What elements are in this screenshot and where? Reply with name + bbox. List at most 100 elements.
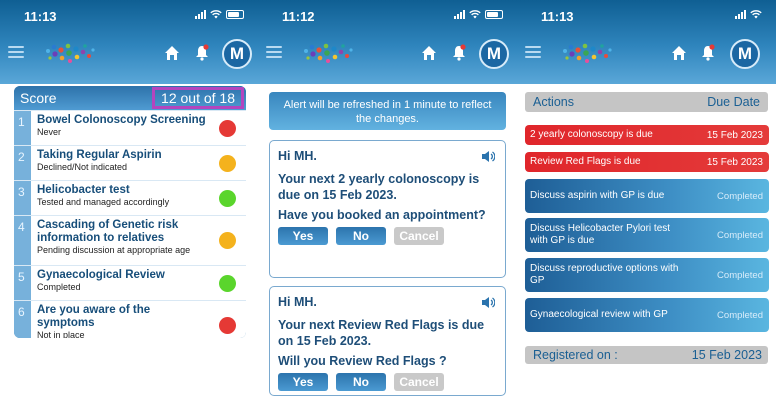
avatar[interactable]: M bbox=[479, 39, 509, 69]
score-row[interactable]: 4 Cascading of Genetic risk information … bbox=[14, 215, 246, 265]
score-label: Score bbox=[20, 90, 57, 106]
score-row-number: 1 bbox=[14, 111, 31, 145]
reminder-card: Hi MH. Your next Review Red Flags is due… bbox=[269, 286, 506, 396]
alerts-screen: 11:12 M Alert will be refreshed in 1 min… bbox=[258, 0, 517, 412]
score-row-title: Taking Regular Aspirin bbox=[37, 149, 162, 161]
score-row-number: 4 bbox=[14, 216, 31, 265]
reminder-actions: Yes No Cancel bbox=[278, 227, 497, 245]
home-icon[interactable] bbox=[671, 45, 687, 61]
action-label: Review Red Flags is due bbox=[530, 156, 641, 167]
actions-screen: 11:13 M Actions Due Date 2 yearly colono… bbox=[517, 0, 776, 412]
app-header: 11:13 M bbox=[0, 0, 258, 84]
app-header: 11:13 M bbox=[517, 0, 776, 84]
menu-icon[interactable] bbox=[266, 46, 282, 58]
action-due-date: 15 Feb 2023 bbox=[706, 129, 763, 141]
status-dot bbox=[219, 232, 236, 249]
reminder-question: Will you Review Red Flags ? bbox=[278, 354, 447, 368]
wifi-icon bbox=[210, 9, 222, 18]
home-icon[interactable] bbox=[164, 45, 180, 61]
action-label: Gynaecological review with GP bbox=[530, 309, 668, 320]
registered-label: Registered on : bbox=[533, 348, 618, 362]
score-row[interactable]: 1 Bowel Colonoscopy Screening Never bbox=[14, 110, 246, 145]
status-dot bbox=[219, 317, 236, 334]
score-screen: 11:13 M Score 12 out of 18 1 Bowel Colon… bbox=[0, 0, 258, 412]
score-row-status: Tested and managed accordingly bbox=[37, 197, 170, 207]
actions-header: Actions Due Date bbox=[525, 92, 768, 112]
reminder-actions: Yes No Cancel bbox=[278, 373, 497, 391]
yes-button[interactable]: Yes bbox=[278, 227, 328, 245]
score-row-title: Helicobacter test bbox=[37, 184, 130, 196]
action-label: Discuss Helicobacter Pylori test with GP… bbox=[530, 223, 671, 246]
action-status: Completed bbox=[717, 190, 763, 202]
no-button[interactable]: No bbox=[336, 373, 386, 391]
score-row[interactable]: 5 Gynaecological Review Completed bbox=[14, 265, 246, 300]
speaker-icon[interactable] bbox=[481, 150, 495, 163]
reminder-question: Have you booked an appointment? bbox=[278, 208, 486, 222]
action-status: Completed bbox=[717, 309, 763, 321]
action-status: Completed bbox=[717, 269, 763, 281]
action-item[interactable]: Discuss Helicobacter Pylori test with GP… bbox=[525, 218, 769, 252]
score-row-title: Cascading of Genetic risk information to… bbox=[37, 219, 179, 244]
status-icons bbox=[195, 9, 244, 19]
score-row-body: Helicobacter test Tested and managed acc… bbox=[31, 181, 246, 215]
score-row-title: Bowel Colonoscopy Screening bbox=[37, 114, 206, 126]
avatar[interactable]: M bbox=[730, 39, 760, 69]
wifi-icon bbox=[469, 9, 481, 18]
reminder-greeting: Hi MH. bbox=[278, 295, 317, 309]
score-row[interactable]: 2 Taking Regular Aspirin Declined/Not in… bbox=[14, 145, 246, 180]
status-dot bbox=[219, 275, 236, 292]
action-item[interactable]: Discuss reproductive options with GP Com… bbox=[525, 258, 769, 292]
bell-icon[interactable] bbox=[701, 44, 715, 61]
logo-icon bbox=[46, 43, 95, 63]
score-header: Score 12 out of 18 bbox=[14, 86, 246, 110]
bell-icon[interactable] bbox=[195, 44, 209, 61]
avatar[interactable]: M bbox=[222, 39, 252, 69]
speaker-icon[interactable] bbox=[481, 296, 495, 309]
status-time: 11:13 bbox=[541, 9, 574, 24]
score-row[interactable]: 6 Are you aware of the symptoms Not in p… bbox=[14, 300, 246, 338]
menu-icon[interactable] bbox=[525, 46, 541, 58]
status-dot bbox=[219, 190, 236, 207]
cancel-button[interactable]: Cancel bbox=[394, 227, 444, 245]
status-dot bbox=[219, 120, 236, 137]
screens-container: 11:13 M Score 12 out of 18 1 Bowel Colon… bbox=[0, 0, 776, 412]
score-row-body: Gynaecological Review Completed bbox=[31, 266, 246, 300]
action-status: Completed bbox=[717, 229, 763, 241]
score-row-body: Are you aware of the symptoms Not in pla… bbox=[31, 301, 246, 338]
action-due-date: 15 Feb 2023 bbox=[706, 156, 763, 168]
action-item[interactable]: Gynaecological review with GP Completed bbox=[525, 298, 769, 332]
score-row-status: Never bbox=[37, 127, 62, 137]
score-row-number: 3 bbox=[14, 181, 31, 215]
action-label: Discuss aspirin with GP is due bbox=[530, 190, 665, 201]
score-row-status: Declined/Not indicated bbox=[37, 162, 128, 172]
signal-icon bbox=[454, 9, 465, 19]
score-row-number: 2 bbox=[14, 146, 31, 180]
reminder-text: Your next Review Red Flags is due on 15 … bbox=[278, 318, 485, 348]
battery-icon bbox=[226, 9, 244, 19]
status-icons bbox=[454, 9, 503, 19]
action-item[interactable]: Discuss aspirin with GP is due Completed bbox=[525, 179, 769, 213]
reminder-card: Hi MH. Your next 2 yearly colonoscopy is… bbox=[269, 140, 506, 278]
no-button[interactable]: No bbox=[336, 227, 386, 245]
actions-title: Actions bbox=[533, 95, 574, 109]
action-item[interactable]: 2 yearly colonoscopy is due 15 Feb 2023 bbox=[525, 125, 769, 145]
action-item[interactable]: Review Red Flags is due 15 Feb 2023 bbox=[525, 152, 769, 172]
score-row-status: Completed bbox=[37, 282, 81, 292]
app-header: 11:12 M bbox=[258, 0, 517, 84]
reminder-greeting: Hi MH. bbox=[278, 149, 317, 163]
home-icon[interactable] bbox=[421, 45, 437, 61]
status-dot bbox=[219, 155, 236, 172]
status-icons bbox=[735, 9, 762, 19]
wifi-icon bbox=[750, 9, 762, 18]
score-row[interactable]: 3 Helicobacter test Tested and managed a… bbox=[14, 180, 246, 215]
bell-icon[interactable] bbox=[452, 44, 466, 61]
signal-icon bbox=[195, 9, 206, 19]
score-row-body: Cascading of Genetic risk information to… bbox=[31, 216, 246, 265]
battery-icon bbox=[485, 9, 503, 19]
registered-date: 15 Feb 2023 bbox=[691, 348, 762, 362]
status-time: 11:13 bbox=[24, 9, 57, 24]
menu-icon[interactable] bbox=[8, 46, 24, 58]
yes-button[interactable]: Yes bbox=[278, 373, 328, 391]
cancel-button[interactable]: Cancel bbox=[394, 373, 444, 391]
logo-icon bbox=[304, 43, 353, 63]
